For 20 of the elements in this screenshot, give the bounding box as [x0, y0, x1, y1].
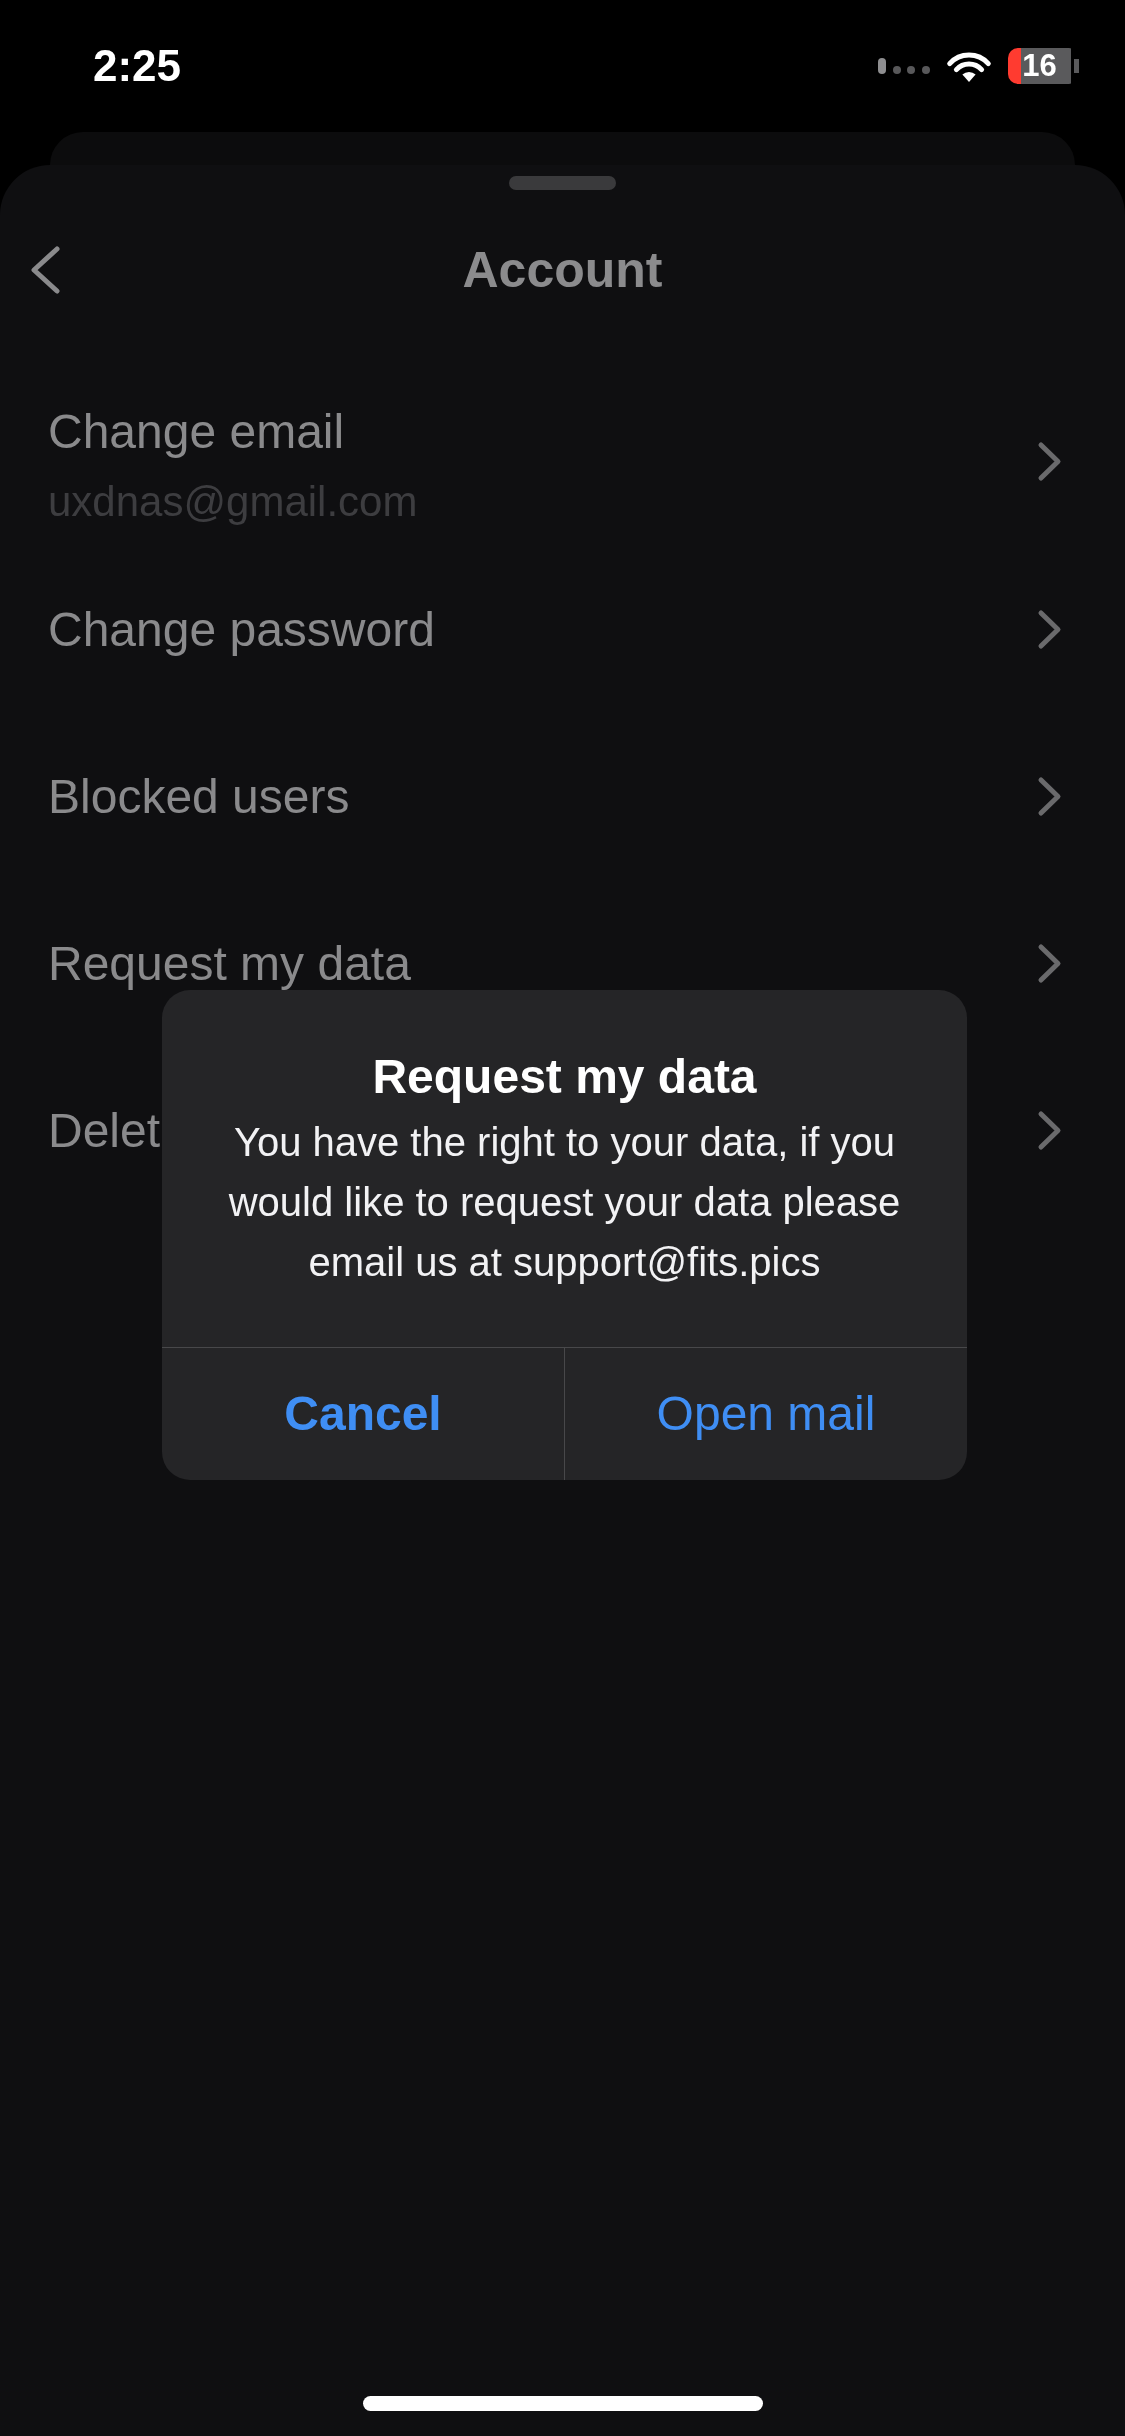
- cancel-button[interactable]: Cancel: [162, 1348, 564, 1480]
- settings-row-label[interactable]: Delet: [48, 1106, 161, 1155]
- settings-row-label[interactable]: Change email: [48, 403, 418, 461]
- settings-row-label[interactable]: Request my data: [48, 939, 411, 988]
- alert-message: You have the right to your data, if you would like to request your data please email us at support@fits.pics: [227, 1119, 902, 1286]
- screen-title: Account: [462, 242, 663, 298]
- chevron-icon: [1036, 440, 1063, 483]
- status-time: 2:25: [93, 44, 182, 88]
- grabber-handle[interactable]: [509, 176, 616, 190]
- settings-row-label[interactable]: Change password: [48, 605, 435, 654]
- battery-indicator: 16: [1008, 48, 1079, 84]
- alert-title: Request my data: [371, 1049, 758, 1105]
- chevron-icon: [1036, 1109, 1063, 1152]
- back-icon[interactable]: [28, 244, 62, 296]
- chevron-icon: [1036, 775, 1063, 818]
- chevron-icon: [1036, 942, 1063, 985]
- settings-row-label[interactable]: Blocked users: [48, 772, 350, 821]
- chevron-icon: [1036, 608, 1063, 651]
- open-mail-button[interactable]: Open mail: [564, 1348, 967, 1480]
- cellular-signal-icon: [878, 58, 930, 74]
